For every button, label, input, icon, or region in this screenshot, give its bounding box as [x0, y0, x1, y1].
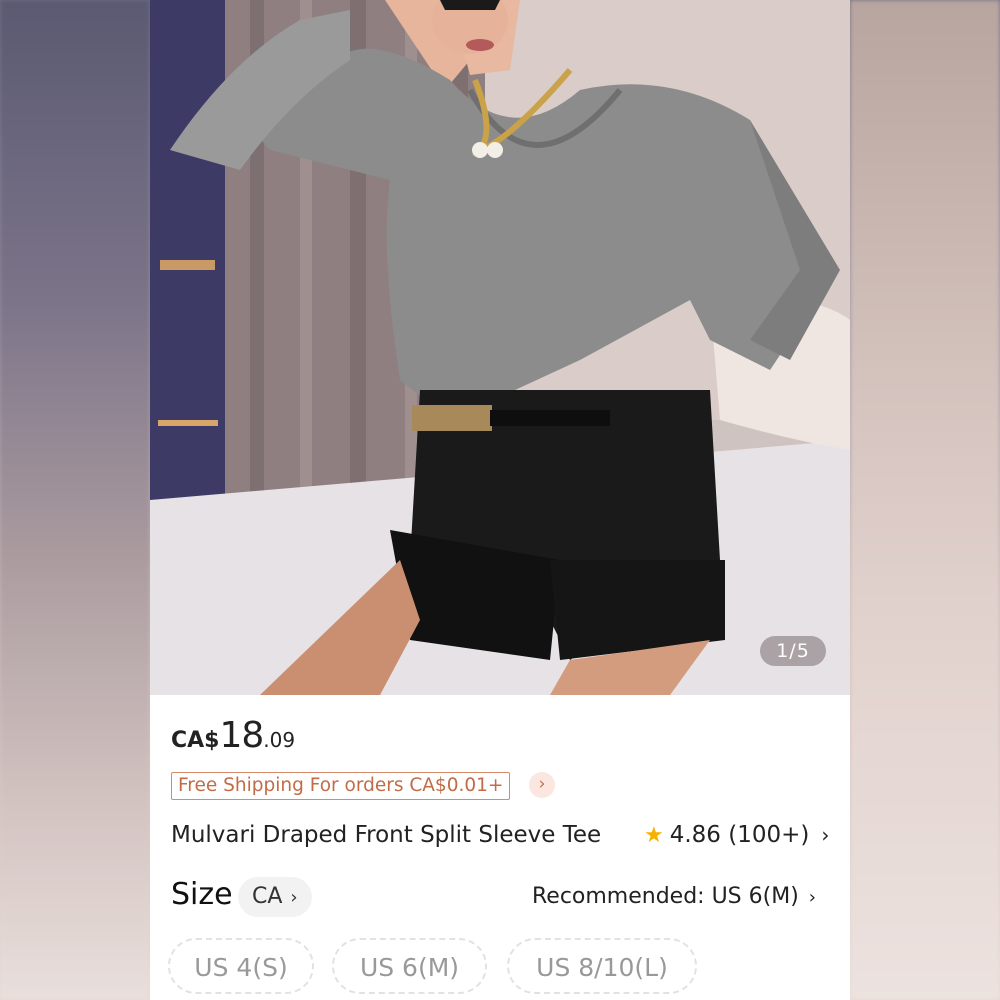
star-icon: ★	[644, 823, 664, 848]
price-decimal: .09	[263, 728, 296, 752]
size-option-us-4-s[interactable]: US 4(S)	[168, 938, 314, 994]
chevron-right-icon: ›	[290, 887, 298, 908]
rating-count: (100+)	[728, 822, 810, 848]
chevron-right-icon: ›	[808, 887, 816, 908]
size-region-value: CA	[252, 884, 283, 909]
chevron-right-icon[interactable]: ›	[529, 772, 555, 798]
rating-summary[interactable]: ★ 4.86 (100+) ›	[644, 822, 829, 848]
product-page: 1/5 CA$18.09 Free Shipping For orders CA…	[150, 0, 850, 1000]
product-info: CA$18.09 Free Shipping For orders CA$0.0…	[150, 695, 850, 1000]
rating-score: 4.86	[669, 822, 721, 848]
recommended-size[interactable]: Recommended: US 6(M) ›	[532, 884, 816, 909]
free-shipping-badge[interactable]: Free Shipping For orders CA$0.01+	[171, 772, 511, 800]
product-photo-illustration	[150, 0, 850, 695]
price-integer: 18	[219, 715, 264, 756]
size-option-us-8-10-l[interactable]: US 8/10(L)	[507, 938, 697, 994]
product-title: Mulvari Draped Front Split Sleeve Tee	[171, 822, 602, 848]
size-label: Size	[171, 877, 233, 912]
left-backdrop	[0, 0, 150, 1000]
recommended-size-text: Recommended: US 6(M)	[531, 884, 799, 909]
size-region-selector[interactable]: CA ›	[238, 877, 312, 917]
price: CA$18.09	[171, 715, 295, 756]
right-backdrop	[850, 0, 1000, 1000]
image-counter: 1/5	[760, 636, 826, 666]
size-option-us-6-m[interactable]: US 6(M)	[332, 938, 487, 994]
product-image[interactable]: 1/5	[150, 0, 850, 695]
price-currency: CA$	[171, 728, 220, 753]
chevron-right-icon: ›	[821, 823, 830, 847]
